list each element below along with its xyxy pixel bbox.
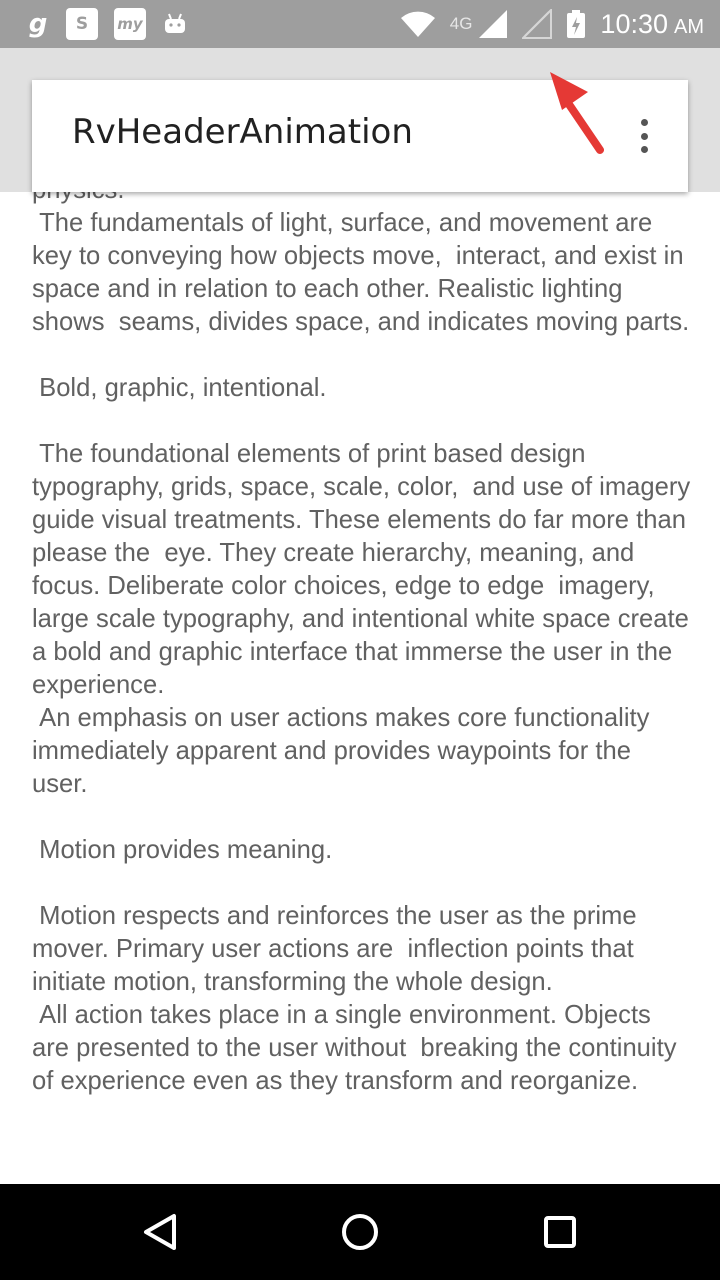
clock: 10:30 AM	[600, 9, 704, 40]
system-status: 4G 10:30 AM	[400, 8, 704, 40]
notification-icons: g S my	[26, 8, 188, 40]
signal-empty-icon	[522, 9, 553, 39]
my-app-icon: my	[114, 8, 146, 40]
network-type-label: 4G	[449, 14, 473, 33]
more-vert-icon	[640, 119, 648, 126]
more-vert-icon-dot	[640, 146, 648, 153]
toolbar-title: RvHeaderAnimation	[72, 112, 413, 152]
g-app-icon: g	[28, 9, 48, 39]
content-scroll-area[interactable]: physics. The fundamentals of light, surf…	[0, 48, 720, 1184]
overflow-menu-button[interactable]	[628, 116, 660, 156]
s-app-icon: S	[66, 8, 98, 40]
recent-apps-icon[interactable]	[536, 1208, 584, 1256]
clock-time: 10:30	[600, 8, 668, 39]
back-icon[interactable]	[136, 1208, 184, 1256]
more-vert-icon-dot	[640, 132, 648, 140]
battery-charging-icon	[567, 10, 586, 38]
signal-icon	[479, 10, 508, 38]
android-icon	[165, 13, 185, 33]
home-icon[interactable]	[336, 1208, 384, 1256]
wifi-icon	[400, 11, 435, 37]
status-bar: g S my 4G 10:30 AM	[0, 0, 720, 48]
clock-ampm: AM	[674, 15, 704, 38]
content-text: physics. The fundamentals of light, surf…	[32, 176, 691, 1095]
red-arrow-icon	[550, 72, 604, 154]
navigation-bar	[0, 1184, 720, 1280]
